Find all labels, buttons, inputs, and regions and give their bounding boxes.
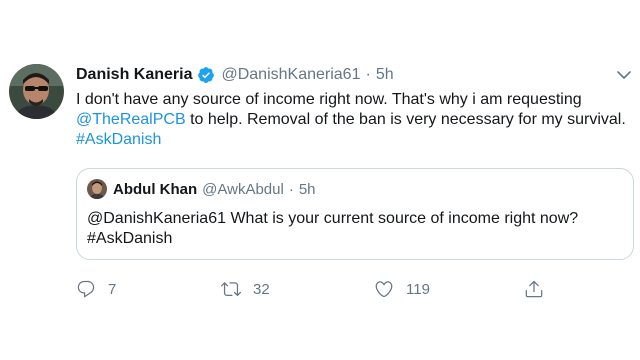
tweet-text: I don't have any source of income right … bbox=[76, 90, 636, 150]
chevron-down-icon[interactable] bbox=[614, 66, 634, 84]
tweet-text-rest: to help. Removal of the ban is very nece… bbox=[185, 111, 626, 128]
quoted-text: @DanishKaneria61 What is your current so… bbox=[87, 209, 627, 249]
heart-icon bbox=[374, 279, 394, 299]
action-bar: 7 32 119 bbox=[76, 278, 556, 300]
tweet-header: Danish Kaneria @DanishKaneria61 · 5h bbox=[76, 64, 394, 86]
quoted-author-handle[interactable]: @AwkAbdul bbox=[202, 181, 284, 198]
retweet-count: 32 bbox=[253, 280, 270, 298]
author-handle[interactable]: @DanishKaneria61 bbox=[221, 66, 360, 84]
quoted-text-line: #AskDanish bbox=[87, 230, 173, 247]
quoted-avatar[interactable] bbox=[87, 179, 107, 199]
share-icon bbox=[524, 279, 544, 299]
avatar-photo bbox=[9, 64, 64, 119]
quoted-avatar-photo bbox=[87, 179, 107, 199]
quoted-text-line: @DanishKaneria61 What is your current so… bbox=[87, 210, 579, 227]
avatar[interactable] bbox=[9, 64, 64, 119]
reply-icon bbox=[76, 279, 96, 299]
separator-dot: · bbox=[288, 180, 294, 198]
reply-count: 7 bbox=[108, 280, 117, 298]
quoted-tweet[interactable]: Abdul Khan @AwkAbdul · 5h @DanishKaneria… bbox=[76, 168, 634, 260]
verified-icon bbox=[197, 66, 215, 84]
separator-dot: · bbox=[365, 66, 371, 83]
reply-button[interactable]: 7 bbox=[76, 278, 116, 300]
tweet-card[interactable]: Danish Kaneria @DanishKaneria61 · 5h I d… bbox=[0, 0, 640, 360]
hashtag-link[interactable]: #AskDanish bbox=[76, 131, 161, 148]
quoted-timestamp[interactable]: 5h bbox=[299, 181, 316, 198]
retweet-icon bbox=[221, 279, 241, 299]
tweet-text-line: #AskDanish bbox=[76, 130, 636, 150]
tweet-timestamp[interactable]: 5h bbox=[376, 66, 394, 84]
quoted-author-name[interactable]: Abdul Khan bbox=[113, 181, 197, 198]
like-button[interactable]: 119 bbox=[374, 278, 430, 300]
share-button[interactable] bbox=[524, 278, 544, 300]
tweet-text-line: @TheRealPCB to help. Removal of the ban … bbox=[76, 110, 636, 130]
like-count: 119 bbox=[406, 280, 430, 298]
mention-link[interactable]: @TheRealPCB bbox=[76, 111, 186, 128]
quoted-header: Abdul Khan @AwkAbdul · 5h bbox=[113, 179, 316, 199]
retweet-button[interactable]: 32 bbox=[221, 278, 270, 300]
tweet-text-line: I don't have any source of income right … bbox=[76, 91, 582, 108]
author-name[interactable]: Danish Kaneria bbox=[76, 66, 192, 84]
